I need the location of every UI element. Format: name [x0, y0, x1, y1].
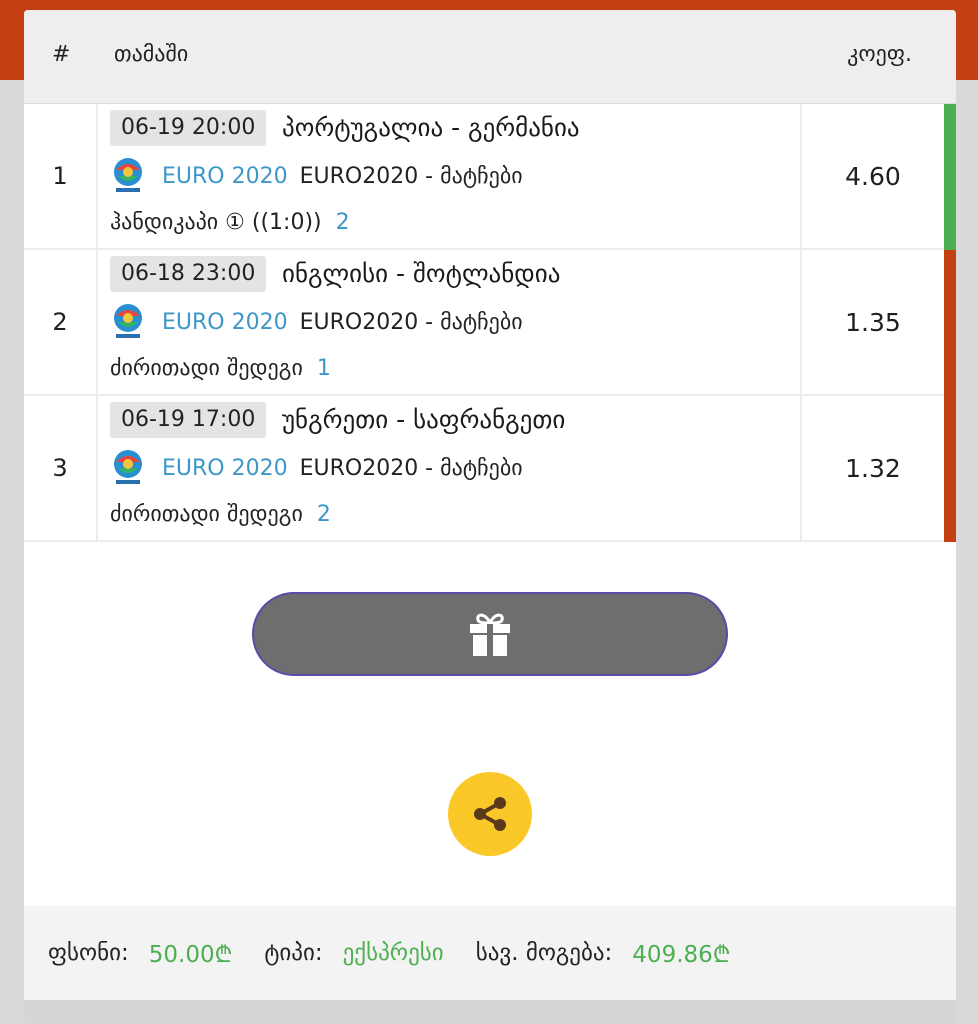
euro-2020-logo-icon [114, 304, 142, 338]
market-name: ძირითადი შედეგი [110, 356, 303, 381]
league-subtitle: EURO2020 - მატჩები [299, 163, 523, 189]
league-name[interactable]: EURO 2020 [162, 456, 288, 481]
row-number: 1 [24, 104, 98, 248]
market-pick: 2 [335, 210, 350, 235]
match-teams[interactable]: უნგრეთი - საფრანგეთი [282, 404, 565, 436]
match-teams[interactable]: პორტუგალია - გერმანია [282, 112, 580, 144]
league-name[interactable]: EURO 2020 [162, 164, 288, 189]
bet-slip-card: # თამაში კოეფ. 1 06-19 20:00 პორტუგალია … [24, 10, 956, 1024]
league-info: EURO 2020 EURO2020 - მატჩები [110, 156, 523, 196]
market-pick: 1 [316, 356, 331, 381]
bet-summary: ფსონი: 50.00₾ ტიპი: ექსპრესი სავ. მოგება… [24, 906, 956, 1000]
game-cell: 06-19 17:00 უნგრეთი - საფრანგეთი EURO 20… [98, 396, 802, 540]
share-button[interactable] [448, 772, 532, 856]
possible-win-label: სავ. მოგება: [475, 940, 613, 966]
league-subtitle: EURO2020 - მატჩები [299, 309, 523, 335]
odds-value: 1.32 [845, 453, 901, 483]
market-line: ძირითადი შედეგი 1 [110, 354, 331, 384]
row-number: 3 [24, 396, 98, 540]
status-stripe-won [944, 104, 956, 250]
footer-divider [24, 1000, 956, 1024]
market-line: ჰანდიკაპი ① ((1:0)) 2 [110, 208, 350, 238]
euro-2020-logo-icon [114, 158, 142, 192]
gift-icon [470, 613, 510, 656]
stake-value: 50.00₾ [148, 942, 233, 968]
possible-win-value: 409.86₾ [632, 942, 731, 968]
table-row: 1 06-19 20:00 პორტუგალია - გერმანია EURO… [24, 104, 956, 250]
table-row: 3 06-19 17:00 უნგრეთი - საფრანგეთი EURO … [24, 396, 956, 542]
header-game: თამაში [114, 42, 189, 67]
share-icon [474, 797, 506, 831]
match-datetime: 06-18 23:00 [110, 256, 267, 292]
market-name: ჰანდიკაპი ① ((1:0)) [110, 210, 322, 235]
league-subtitle: EURO2020 - მატჩები [299, 455, 523, 481]
odds-value: 4.60 [845, 161, 901, 191]
table-header: # თამაში კოეფ. [24, 10, 956, 104]
bet-type-label: ტიპი: [264, 940, 323, 966]
market-line: ძირითადი შედეგი 2 [110, 500, 331, 530]
stake-label: ფსონი: [48, 940, 129, 966]
league-info: EURO 2020 EURO2020 - მატჩები [110, 448, 523, 488]
match-datetime: 06-19 17:00 [110, 402, 267, 438]
league-info: EURO 2020 EURO2020 - მატჩები [110, 302, 523, 342]
league-name[interactable]: EURO 2020 [162, 310, 288, 335]
market-name: ძირითადი შედეგი [110, 502, 303, 527]
status-stripe-lost [944, 396, 956, 542]
odds-value: 1.35 [845, 307, 901, 337]
gift-button[interactable] [252, 592, 728, 676]
match-datetime: 06-19 20:00 [110, 110, 267, 146]
market-pick: 2 [316, 502, 331, 527]
bet-type-value: ექსპრესი [342, 940, 444, 966]
game-cell: 06-19 20:00 პორტუგალია - გერმანია EURO 2… [98, 104, 802, 248]
table-row: 2 06-18 23:00 ინგლისი - შოტლანდია EURO 2… [24, 250, 956, 396]
match-teams[interactable]: ინგლისი - შოტლანდია [282, 258, 560, 290]
game-cell: 06-18 23:00 ინგლისი - შოტლანდია EURO 202… [98, 250, 802, 394]
header-odds: კოეფ. [847, 42, 912, 67]
row-number: 2 [24, 250, 98, 394]
status-stripe-lost [944, 250, 956, 396]
header-number: # [52, 42, 71, 67]
euro-2020-logo-icon [114, 450, 142, 484]
